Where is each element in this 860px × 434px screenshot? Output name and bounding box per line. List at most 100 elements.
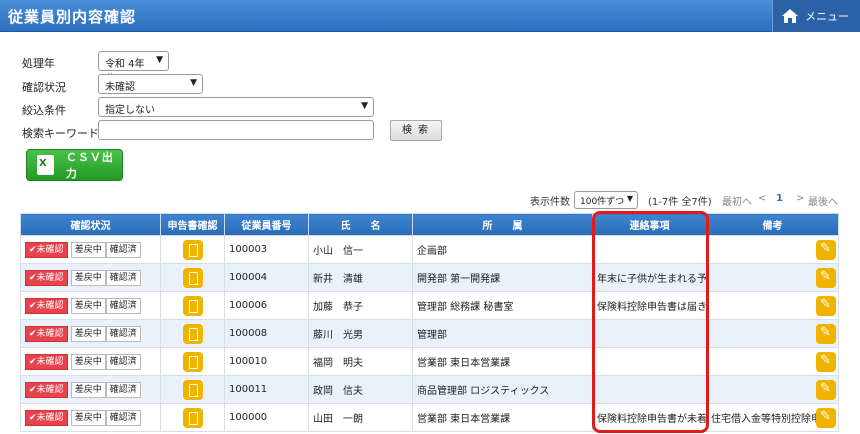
status-confirmed-button[interactable]: 確認済 (105, 409, 141, 426)
status-cell: ✔未確認 差戻中 確認済 (20, 263, 161, 292)
status-returned-button[interactable]: 差戻中 (70, 269, 106, 286)
prev-page-link[interactable]: < (758, 193, 766, 204)
edit-pencil-icon[interactable] (816, 380, 836, 400)
home-icon (782, 9, 798, 23)
chevron-down-icon: ▼ (361, 101, 368, 111)
search-button[interactable]: 検索 (390, 120, 442, 141)
employee-id: 100011 (224, 375, 309, 404)
notes-cell (592, 375, 707, 404)
notes-cell: 保険料控除申告書は届き (592, 291, 707, 320)
status-confirmed-button[interactable]: 確認済 (105, 381, 141, 398)
edit-pencil-icon[interactable] (816, 324, 836, 344)
remarks-cell (706, 375, 839, 404)
declaration-cell (160, 319, 225, 348)
document-check-icon[interactable] (182, 323, 203, 344)
status-unconfirmed-button[interactable]: ✔未確認 (25, 325, 68, 342)
document-check-icon[interactable] (182, 351, 203, 372)
next-page-link[interactable]: > (796, 193, 804, 204)
document-check-icon[interactable] (182, 295, 203, 316)
status-returned-button[interactable]: 差戻中 (70, 409, 106, 426)
remarks-text: 住宅借入金等特別控除申 (711, 414, 821, 425)
table-row: ✔未確認 差戻中 確認済 100008 藤川 光男 管理部 (20, 319, 839, 348)
status-returned-button[interactable]: 差戻中 (70, 241, 106, 258)
employee-department: 管理部 総務課 秘書室 (412, 291, 593, 320)
status-cell: ✔未確認 差戻中 確認済 (20, 375, 161, 404)
remarks-cell (706, 319, 839, 348)
status-confirmed-button[interactable]: 確認済 (105, 241, 141, 258)
document-check-icon[interactable] (182, 267, 203, 288)
employee-name: 新井 清雄 (308, 263, 413, 292)
remarks-cell: 住宅借入金等特別控除申 (706, 403, 839, 432)
edit-pencil-icon[interactable] (816, 240, 836, 260)
notes-cell: 年末に子供が生まれる予 (592, 263, 707, 292)
edit-pencil-icon[interactable] (816, 268, 836, 288)
notes-cell (592, 319, 707, 348)
first-page-link[interactable]: 最初へ (722, 193, 752, 208)
remarks-cell (706, 235, 839, 264)
chevron-down-icon: ▼ (190, 78, 197, 88)
employee-department: 商品管理部 ロジスティックス (412, 375, 593, 404)
per-page-value: 100件ずつ (580, 197, 625, 207)
current-page[interactable]: 1 (776, 193, 783, 204)
keyword-input[interactable] (98, 120, 374, 140)
edit-pencil-icon[interactable] (816, 408, 836, 428)
status-returned-button[interactable]: 差戻中 (70, 325, 106, 342)
declaration-cell (160, 403, 225, 432)
table-row: ✔未確認 差戻中 確認済 100010 福岡 明夫 営業部 東日本営業課 (20, 347, 839, 376)
per-page-select[interactable]: 100件ずつ ▼ (574, 191, 638, 209)
menu-label: メニュー (805, 10, 849, 23)
employee-id: 100010 (224, 347, 309, 376)
status-cell: ✔未確認 差戻中 確認済 (20, 235, 161, 264)
status-label: 確認状況 (22, 81, 66, 94)
document-check-icon[interactable] (182, 407, 203, 428)
header-employee-id: 従業員番号 (224, 213, 309, 236)
status-confirmed-button[interactable]: 確認済 (105, 325, 141, 342)
edit-pencil-icon[interactable] (816, 352, 836, 372)
status-confirmed-button[interactable]: 確認済 (105, 269, 141, 286)
menu-button[interactable]: メニュー (772, 0, 860, 32)
header-remarks: 備考 (706, 213, 839, 236)
document-check-icon[interactable] (182, 239, 203, 260)
status-unconfirmed-button[interactable]: ✔未確認 (25, 269, 68, 286)
status-returned-button[interactable]: 差戻中 (70, 381, 106, 398)
keyword-label: 検索キーワード (22, 127, 99, 140)
table-row: ✔未確認 差戻中 確認済 100003 小山 信一 企画部 (20, 235, 839, 264)
declaration-cell (160, 347, 225, 376)
employee-id: 100003 (224, 235, 309, 264)
employee-name: 山田 一朗 (308, 403, 413, 432)
table-row: ✔未確認 差戻中 確認済 100011 政岡 信夫 商品管理部 ロジスティックス (20, 375, 839, 404)
employee-department: 営業部 東日本営業課 (412, 347, 593, 376)
status-unconfirmed-button[interactable]: ✔未確認 (25, 353, 68, 370)
csv-export-button[interactable]: ＣＳＶ出力 (26, 149, 123, 181)
status-cell: ✔未確認 差戻中 確認済 (20, 291, 161, 320)
filter-select[interactable]: 指定しない ▼ (98, 97, 374, 117)
status-unconfirmed-button[interactable]: ✔未確認 (25, 381, 68, 398)
status-confirmed-button[interactable]: 確認済 (105, 297, 141, 314)
status-select[interactable]: 未確認 ▼ (98, 74, 203, 94)
employee-id: 100000 (224, 403, 309, 432)
employee-id: 100004 (224, 263, 309, 292)
employee-id: 100008 (224, 319, 309, 348)
status-returned-button[interactable]: 差戻中 (70, 353, 106, 370)
employee-name: 加藤 恭子 (308, 291, 413, 320)
status-unconfirmed-button[interactable]: ✔未確認 (25, 297, 68, 314)
last-page-link[interactable]: 最後へ (808, 193, 838, 208)
filter-value: 指定しない (105, 105, 155, 116)
document-check-icon[interactable] (182, 379, 203, 400)
declaration-cell (160, 263, 225, 292)
status-unconfirmed-button[interactable]: ✔未確認 (25, 409, 68, 426)
employee-name: 政岡 信夫 (308, 375, 413, 404)
csv-label: ＣＳＶ出力 (65, 151, 114, 180)
header-notes: 連絡事項 (592, 213, 707, 236)
employee-department: 営業部 東日本営業課 (412, 403, 593, 432)
edit-pencil-icon[interactable] (816, 296, 836, 316)
status-unconfirmed-button[interactable]: ✔未確認 (25, 241, 68, 258)
employee-department: 管理部 (412, 319, 593, 348)
year-select[interactable]: 令和 4年分▼ (98, 51, 169, 85)
chevron-down-icon: ▼ (156, 55, 163, 65)
status-confirmed-button[interactable]: 確認済 (105, 353, 141, 370)
page-title: 従業員別内容確認 (8, 8, 137, 26)
employee-department: 企画部 (412, 235, 593, 264)
status-returned-button[interactable]: 差戻中 (70, 297, 106, 314)
employee-table: 確認状況 申告書確認 従業員番号 氏 名 所 属 連絡事項 備考 ✔未確認 差戻… (20, 213, 839, 432)
